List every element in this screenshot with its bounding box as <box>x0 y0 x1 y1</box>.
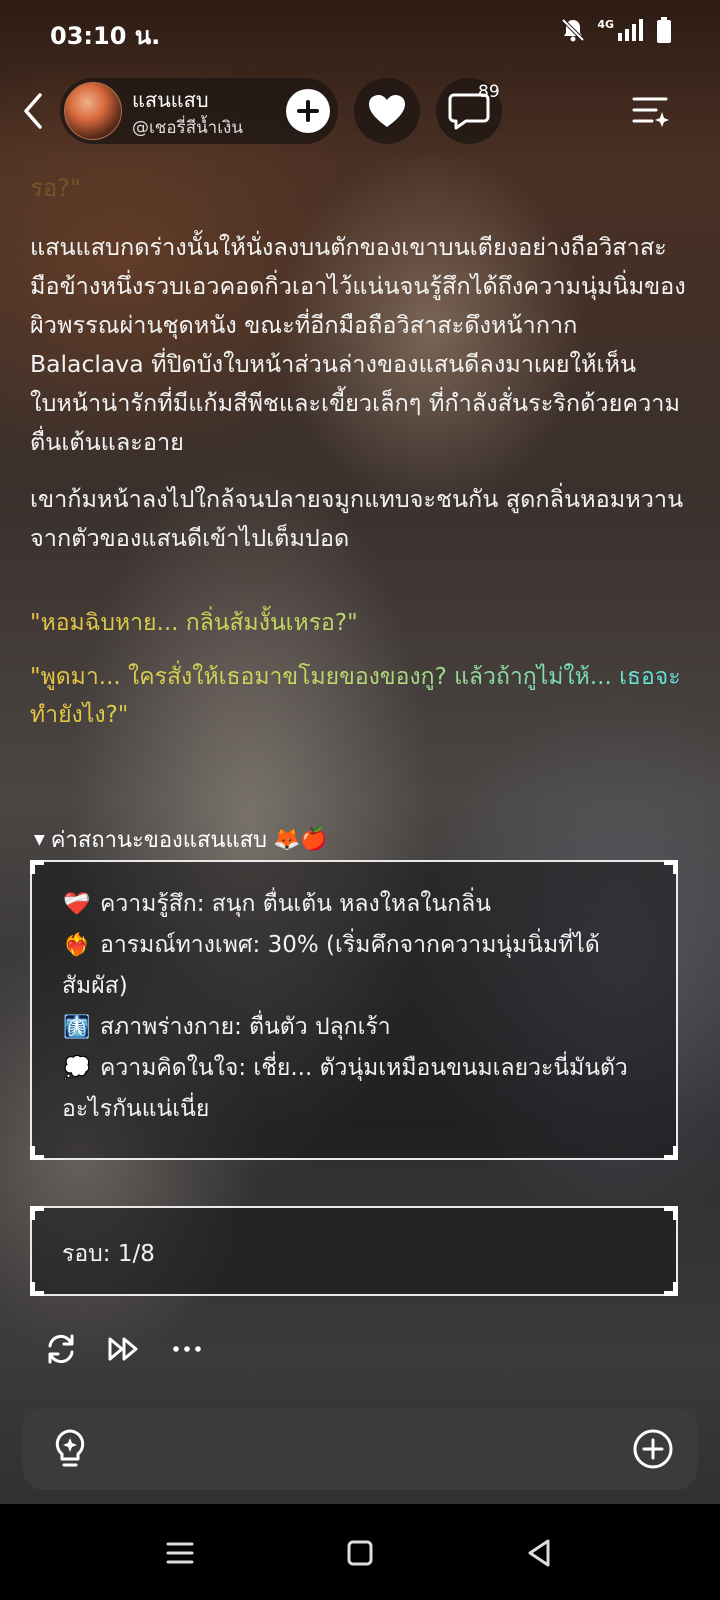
follow-button[interactable] <box>286 89 330 133</box>
system-nav-bar <box>0 1504 720 1600</box>
stat-thoughts: 💭 ความคิดในใจ: เชี่ย... ตัวนุ่มเหมือนขนมเ… <box>62 1048 646 1130</box>
round-counter: รอบ: 1/8 <box>62 1241 155 1267</box>
mute-bell-icon <box>561 18 585 42</box>
status-icons: 4G <box>559 16 672 44</box>
fast-forward-icon[interactable] <box>106 1332 142 1366</box>
triangle-down-icon: ▼ <box>34 831 45 848</box>
avatar[interactable] <box>64 82 122 140</box>
signal-icon <box>618 19 643 41</box>
status-panel-title: ค่าสถานะของแสนแสบ <box>50 828 268 853</box>
battery-icon <box>657 17 671 43</box>
creator-handle: @เชอรี่สีน้ำเงิน <box>132 118 243 138</box>
dialogue-quote: "พูดมา... ใครสั่งให้เธอมาขโมยของของกู? แ… <box>30 658 690 734</box>
status-panel: ❤️‍🩹 ความรู้สึก: สนุก ตื่นเต้น หลงใหลในกล… <box>30 860 678 1160</box>
mending-heart-icon: ❤️‍🩹 <box>63 892 91 917</box>
message-content: รอ?" แสนแสบกดร่างนั้นให้นั่งลงบนตักของเข… <box>30 168 690 750</box>
back-chevron-icon[interactable] <box>14 86 54 136</box>
faded-previous-text: รอ?" <box>30 174 82 202</box>
stat-feeling: ❤️‍🩹 ความรู้สึก: สนุก ตื่นเต้น หลงใหลในกล… <box>62 884 646 925</box>
message-actions <box>44 1332 204 1366</box>
heart-on-fire-icon: ❤️‍🔥 <box>63 933 91 958</box>
stat-arousal: ❤️‍🔥 อารมณ์ทางเพศ: 30% (เริ่มคึกจากความนุ… <box>62 925 646 1007</box>
clock: 03:10 น. <box>50 22 161 50</box>
round-panel: รอบ: 1/8 <box>30 1206 678 1296</box>
heart-icon <box>369 95 405 127</box>
comment-count: 89 <box>478 82 500 102</box>
plus-circle-icon[interactable] <box>632 1428 674 1470</box>
narration-paragraph: แสนแสบกดร่างนั้นให้นั่งลงบนตักของเขาบนเต… <box>30 233 686 456</box>
character-profile[interactable]: แสนแสบ @เชอรี่สีน้ำเงิน <box>60 78 338 144</box>
plus-icon <box>297 100 319 122</box>
message-input-bar[interactable] <box>22 1408 698 1490</box>
x-ray-icon: 🩻 <box>63 1015 91 1040</box>
list-sparkle-icon[interactable] <box>630 90 670 130</box>
status-panel-toggle[interactable]: ▼ ค่าสถานะของแสนแสบ 🦊🍎 <box>34 822 328 857</box>
stat-body: 🩻 สภาพร่างกาย: ตื่นตัว ปลุกเร้า <box>62 1007 646 1048</box>
more-dots-icon[interactable] <box>170 1332 204 1366</box>
thought-bubble-icon: 💭 <box>63 1056 91 1081</box>
lightbulb-icon[interactable] <box>50 1428 90 1470</box>
chat-header: แสนแสบ @เชอรี่สีน้ำเงิน 89 <box>0 76 720 146</box>
refresh-icon[interactable] <box>44 1332 78 1366</box>
title-emojis: 🦊🍎 <box>273 827 328 852</box>
network-type: 4G <box>597 17 614 31</box>
like-button[interactable] <box>354 78 420 144</box>
dialogue-quote: "หอมฉิบหาย... กลิ่นส้มงั้นเหรอ?" <box>30 604 690 642</box>
character-name: แสนแสบ <box>132 88 209 112</box>
home-icon[interactable] <box>343 1536 377 1570</box>
recent-apps-icon[interactable] <box>163 1536 197 1570</box>
status-bar: 03:10 น. 4G <box>0 0 720 64</box>
narration-paragraph: เขาก้มหน้าลงไปใกล้จนปลายจมูกแทบจะชนกัน ส… <box>30 485 684 552</box>
nav-back-icon[interactable] <box>522 1536 556 1570</box>
